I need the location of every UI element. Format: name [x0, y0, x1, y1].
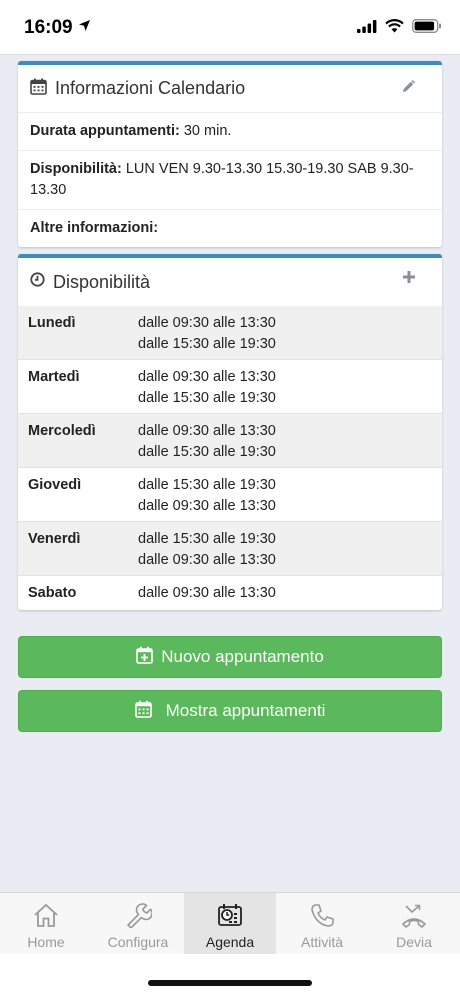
time-slot: dalle 09:30 alle 13:30 [138, 369, 276, 385]
day-name: Venerdì [28, 531, 81, 547]
home-indicator-area [0, 954, 460, 996]
call-divert-icon [402, 904, 426, 928]
new-appointment-button[interactable]: Nuovo appuntamento [18, 636, 442, 678]
day-slots: dalle 09:30 alle 13:30 dalle 15:30 alle … [138, 313, 276, 355]
tab-label: Home [27, 934, 65, 950]
day-slots: dalle 09:30 alle 13:30 dalle 15:30 alle … [138, 421, 276, 463]
time-slot: dalle 09:30 alle 13:30 [138, 552, 276, 568]
calendar-plus-icon [136, 646, 154, 669]
agenda-icon [218, 904, 242, 926]
day-name: Martedì [28, 369, 80, 385]
day-name: Mercoledì [28, 423, 96, 439]
availability-panel: Disponibilità Lunedì dalle 09:30 alle 13… [18, 254, 442, 610]
add-plus-icon[interactable] [402, 270, 416, 289]
time-slot: dalle 09:30 alle 13:30 [138, 315, 276, 331]
calendar-icon [134, 700, 152, 723]
calendar-info-panel: Informazioni Calendario Durata appuntame… [18, 61, 442, 247]
clock-icon [30, 272, 45, 292]
tab-label: Attività [300, 934, 343, 950]
calendar-icon [30, 78, 47, 100]
day-row-venerdi: Venerdì dalle 15:30 alle 19:30 dalle 09:… [18, 522, 442, 576]
day-slots: dalle 15:30 alle 19:30 dalle 09:30 alle … [138, 529, 276, 571]
availability-title: Disponibilità [53, 271, 151, 292]
tab-devia[interactable]: Devia [368, 893, 460, 954]
day-row-mercoledi: Mercoledì dalle 09:30 alle 13:30 dalle 1… [18, 414, 442, 468]
phone-icon [311, 904, 334, 927]
calendar-info-title: Informazioni Calendario [55, 78, 246, 98]
home-indicator[interactable] [148, 980, 312, 986]
availability-summary-label: Disponibilità: [30, 161, 122, 177]
day-slots: dalle 09:30 alle 13:30 dalle 15:30 alle … [138, 367, 276, 409]
availability-summary-row: Disponibilità: LUN VEN 9.30-13.30 15.30-… [18, 151, 442, 210]
tab-attivita[interactable]: Attività [276, 893, 368, 954]
day-name: Sabato [28, 585, 77, 601]
show-appointments-label: Mostra appuntamenti [165, 701, 326, 720]
status-icons [357, 19, 442, 38]
other-info-row: Altre informazioni: [18, 210, 442, 247]
battery-icon [412, 19, 442, 38]
time-slot: dalle 15:30 alle 19:30 [138, 477, 276, 493]
day-row-lunedi: Lunedì dalle 09:30 alle 13:30 dalle 15:3… [18, 306, 442, 360]
time-slot: dalle 15:30 alle 19:30 [138, 444, 276, 460]
location-arrow-icon [78, 19, 91, 37]
other-info-label: Altre informazioni: [30, 220, 159, 236]
cellular-signal-icon [357, 19, 377, 38]
tab-label: Devia [396, 934, 432, 950]
day-row-martedi: Martedì dalle 09:30 alle 13:30 dalle 15:… [18, 360, 442, 414]
day-name: Lunedì [28, 315, 76, 331]
tab-label: Agenda [205, 934, 255, 950]
duration-label: Durata appuntamenti: [30, 123, 180, 139]
wrench-icon [127, 903, 152, 928]
availability-header: Disponibilità [18, 258, 442, 306]
duration-value: 30 min. [179, 123, 232, 139]
day-row-giovedi: Giovedì dalle 15:30 alle 19:30 dalle 09:… [18, 468, 442, 522]
home-icon [34, 903, 58, 927]
time-slot: dalle 15:30 alle 19:30 [138, 390, 276, 406]
time-slot: dalle 15:30 alle 19:30 [138, 336, 276, 352]
bottom-tab-bar: Home Configura Agenda Attività Devia [0, 892, 460, 954]
new-appointment-label: Nuovo appuntamento [161, 647, 324, 666]
day-row-sabato: Sabato dalle 09:30 alle 13:30 [18, 576, 442, 610]
duration-row: Durata appuntamenti: 30 min. [18, 113, 442, 151]
time-slot: dalle 09:30 alle 13:30 [138, 498, 276, 514]
tab-home[interactable]: Home [0, 893, 92, 954]
tab-label: Configura [107, 934, 169, 950]
tab-configura[interactable]: Configura [92, 893, 184, 954]
time-slot: dalle 09:30 alle 13:30 [138, 423, 276, 439]
wifi-icon [385, 19, 404, 38]
time-slot: dalle 15:30 alle 19:30 [138, 531, 276, 547]
status-bar: 16:09 [0, 0, 460, 54]
day-slots: dalle 09:30 alle 13:30 [138, 583, 276, 604]
edit-pencil-icon[interactable] [400, 79, 416, 100]
day-name: Giovedì [28, 477, 82, 493]
calendar-info-header: Informazioni Calendario [18, 65, 442, 113]
main-content: Informazioni Calendario Durata appuntame… [0, 54, 460, 892]
day-slots: dalle 15:30 alle 19:30 dalle 09:30 alle … [138, 475, 276, 517]
time-slot: dalle 09:30 alle 13:30 [138, 585, 276, 601]
tab-agenda[interactable]: Agenda [184, 893, 276, 954]
show-appointments-button[interactable]: Mostra appuntamenti [18, 690, 442, 732]
status-time: 16:09 [24, 17, 73, 38]
